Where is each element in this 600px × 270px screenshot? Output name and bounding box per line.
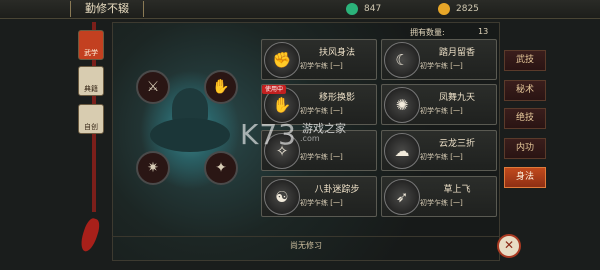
- cloud-dragon-icon: ☁: [384, 133, 420, 169]
- close-icon: ✕: [503, 238, 515, 252]
- inventory-count: 13: [478, 27, 489, 36]
- skill-card[interactable]: ✊ 扶风身法 初学乍练 [一]: [261, 39, 377, 80]
- moon-step-icon: ☾: [384, 42, 420, 78]
- jade-resource: 847: [346, 2, 381, 16]
- jade-icon: [346, 2, 358, 15]
- close-button[interactable]: ✕: [497, 234, 521, 258]
- tab-inner-power[interactable]: 内功: [504, 138, 546, 159]
- equip-slot-weapon[interactable]: ⚔: [136, 70, 170, 104]
- weapon-scroll-icon: ⚔: [146, 79, 160, 95]
- phoenix-icon: ✺: [384, 87, 420, 123]
- equip-slot-seal[interactable]: ✋: [204, 70, 238, 104]
- window-title: 勤修不辍: [70, 1, 144, 17]
- inventory-label: 拥有数量:: [410, 28, 445, 37]
- meditating-figure-body: [150, 118, 230, 152]
- tab-secret-art[interactable]: 秘术: [504, 80, 546, 101]
- equip-slot-claw[interactable]: ✷: [136, 151, 170, 185]
- top-bar: 勤修不辍 847 2825: [0, 0, 600, 19]
- side-tab-martial[interactable]: 武学: [78, 30, 104, 60]
- coin-icon: [438, 2, 450, 15]
- side-tab-classics[interactable]: 典籍: [78, 66, 104, 96]
- hand-seal-icon: ✋: [212, 79, 230, 95]
- wind-fist-icon: ✊: [264, 42, 300, 78]
- side-tab-custom[interactable]: 自创: [78, 104, 104, 134]
- tab-martial-skill[interactable]: 武技: [504, 50, 546, 71]
- grass-run-icon: ➶: [384, 179, 420, 215]
- skill-card[interactable]: ☯ 八卦迷踪步 初学乍练 [一]: [261, 176, 377, 217]
- status-bar: 尚无修习: [112, 236, 500, 257]
- tab-movement[interactable]: 身法: [504, 167, 546, 188]
- equip-slot-strike[interactable]: ✦: [204, 151, 238, 185]
- status-text: 尚无修习: [290, 241, 322, 250]
- skill-card[interactable]: ☾ 踏月留香 初学乍练 [一]: [381, 39, 497, 80]
- in-use-badge: 使用中: [262, 85, 287, 94]
- claw-icon: ✷: [147, 160, 159, 176]
- jade-count: 847: [364, 4, 382, 14]
- skill-card[interactable]: ✺ 凤舞九天 初学乍练 [一]: [381, 84, 497, 125]
- coin-resource: 2825: [438, 2, 479, 16]
- strike-icon: ✦: [215, 160, 227, 176]
- watermark-site: .com: [300, 134, 320, 143]
- skill-card[interactable]: ➶ 草上飞 初学乍练 [一]: [381, 176, 497, 217]
- tab-ultimate[interactable]: 绝技: [504, 108, 546, 129]
- tassel-ornament: [78, 216, 102, 254]
- skill-card[interactable]: ☁ 云龙三折 初学乍练 [一]: [381, 130, 497, 171]
- coin-count: 2825: [456, 4, 479, 14]
- watermark-brand: K73: [240, 118, 297, 151]
- bagua-step-icon: ☯: [264, 179, 300, 215]
